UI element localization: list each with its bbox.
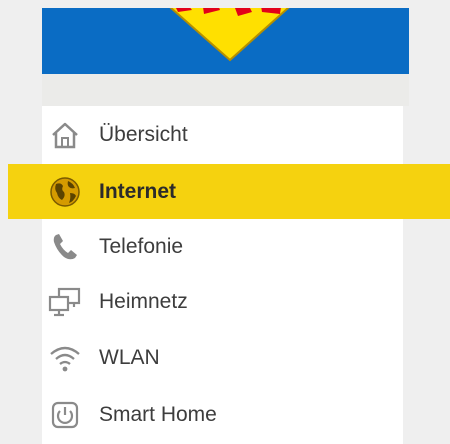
fritz-logo[interactable] [132,8,322,74]
header-banner [42,8,409,74]
globe-icon [46,173,84,211]
menu-item-telefonie[interactable]: Telefonie [42,219,403,275]
network-icon [46,283,84,321]
menu-item-label: Smart Home [99,403,217,426]
menu-item-label: Internet [99,180,177,203]
home-icon [46,116,84,154]
menu-item-uebersicht[interactable]: Übersicht [42,107,403,163]
menu-item-label: Telefonie [99,235,184,258]
menu-item-label: Heimnetz [99,290,188,313]
menu-item-internet[interactable]: Internet [42,164,403,220]
power-icon [46,396,84,434]
header-spacer [42,74,409,106]
menu-item-heimnetz[interactable]: Heimnetz [42,274,403,330]
phone-icon [46,228,84,266]
menu-item-smart-home[interactable]: Smart Home [42,387,403,443]
menu-item-label: WLAN [99,346,160,369]
menu-item-label: Übersicht [99,123,188,146]
wifi-icon [46,339,84,377]
menu-item-wlan[interactable]: WLAN [42,330,403,386]
